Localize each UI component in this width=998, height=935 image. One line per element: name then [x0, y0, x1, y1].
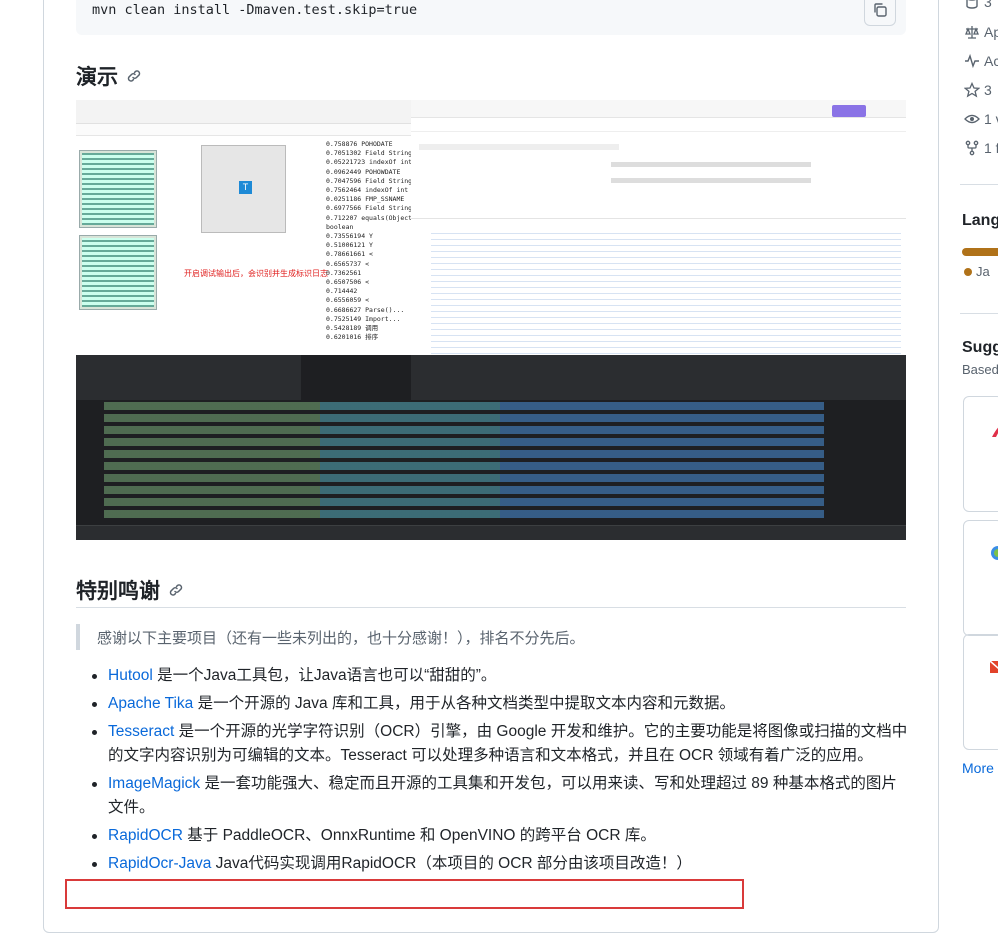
blockquote: 感谢以下主要项目（还有一些未列出的，也十分感谢！），排名不分先后。 [76, 624, 896, 650]
suggested-card[interactable] [963, 520, 998, 636]
document-thumbnail: T [201, 145, 286, 233]
apache-tika-link[interactable]: Apache Tika [108, 695, 193, 712]
sidebar-stat-activity[interactable]: Ac [964, 53, 998, 69]
mail-icon [989, 660, 998, 673]
thanks-heading: 特别鸣谢 [76, 575, 184, 605]
ide-console-pane [76, 355, 906, 540]
list-item: RapidOcr-Java Java代码实现调用RapidOCR（本项目的 OC… [92, 852, 908, 876]
suggested-subtitle: Based [962, 362, 998, 377]
language-item[interactable]: Ja [964, 264, 990, 279]
database-icon [966, 0, 978, 9]
demo-screenshot: T 开启调试输出后，会识别并生成标识日志 0.758876 POHODATE 0… [76, 100, 906, 540]
list-item: Tesseract 是一个开源的光学字符识别（OCR）引擎，由 Google 开… [92, 720, 908, 768]
thanks-title: 特别鸣谢 [76, 580, 160, 603]
list-item: Apache Tika 是一个开源的 Java 库和工具，用于从各种文档类型中提… [92, 692, 908, 716]
language-bar [962, 248, 998, 256]
sidebar-stat-stars[interactable]: 3 [964, 82, 992, 98]
hutool-link[interactable]: Hutool [108, 667, 153, 684]
item-text: 基于 PaddleOCR、OnnxRuntime 和 OpenVINO 的跨平台… [182, 827, 656, 844]
copy-icon [874, 3, 887, 17]
sidebar-stat-readme[interactable]: 3 [964, 0, 992, 10]
suggested-card[interactable] [963, 634, 998, 750]
explorer-pane: T 开启调试输出后，会识别并生成标识日志 0.758876 POHODATE 0… [76, 100, 416, 355]
imagemagick-link[interactable]: ImageMagick [108, 775, 200, 792]
sidebar-stat-watchers[interactable]: 1 v [964, 111, 998, 127]
sidebar-stat-license[interactable]: Ap [964, 24, 998, 40]
languages-heading: Lang [962, 212, 998, 229]
item-text: 是一套功能强大、稳定而且开源的工具集和开发包，可以用来读、写和处理超过 89 种… [108, 775, 897, 816]
link-icon[interactable] [168, 582, 184, 598]
app-logo-icon [991, 546, 998, 560]
list-item: Hutool 是一个Java工具包，让Java语言也可以“甜甜的”。 [92, 664, 908, 688]
highlight-annotation [65, 879, 744, 909]
repo-sidebar: 3 Ap Ac 3 1 v 1 f Lang Ja Sugg Based Mor… [960, 0, 998, 935]
list-item: RapidOCR 基于 PaddleOCR、OnnxRuntime 和 Open… [92, 824, 908, 848]
sidebar-divider [960, 313, 998, 314]
copy-button[interactable] [864, 0, 896, 26]
code-block: mvn clean install -Dmaven.test.skip=true [76, 0, 906, 35]
law-icon [965, 26, 979, 39]
item-text: Java代码实现调用RapidOCR（本项目的 OCR 部分由该项目改造！） [211, 855, 692, 872]
item-text: 是一个开源的 Java 库和工具，用于从各种文档类型中提取文本内容和元数据。 [193, 695, 735, 712]
app-logo-icon [992, 427, 998, 437]
item-text: 是一个Java工具包，让Java语言也可以“甜甜的”。 [152, 667, 497, 684]
rapidocr-java-link[interactable]: RapidOcr-Java [108, 855, 211, 872]
sidebar-divider [960, 184, 998, 185]
item-text: 是一个开源的光学字符识别（OCR）引擎，由 Google 开发和维护。它的主要功… [108, 723, 908, 764]
fork-icon [965, 140, 979, 156]
demo-title: 演示 [76, 66, 118, 89]
thanks-list: Hutool 是一个Java工具包，让Java语言也可以“甜甜的”。 Apach… [92, 664, 908, 880]
star-icon [964, 82, 980, 98]
link-icon[interactable] [126, 68, 142, 84]
demo-heading: 演示 [76, 61, 142, 91]
image-note: 开启调试输出后，会识别并生成标识日志 [184, 269, 328, 278]
quote-text: 感谢以下主要项目（还有一些未列出的，也十分感谢！），排名不分先后。 [97, 630, 585, 647]
suggested-card[interactable] [963, 396, 998, 512]
language-dot [964, 267, 972, 276]
rapidocr-link[interactable]: RapidOCR [108, 827, 183, 844]
suggested-heading: Sugg [962, 339, 998, 356]
list-item: ImageMagick 是一套功能强大、稳定而且开源的工具集和开发包，可以用来读… [92, 772, 908, 820]
eye-icon [964, 114, 980, 124]
code-command: mvn clean install -Dmaven.test.skip=true [92, 2, 418, 18]
heading-divider [76, 607, 906, 608]
sidebar-stat-forks[interactable]: 1 f [964, 140, 998, 156]
tesseract-link[interactable]: Tesseract [108, 723, 174, 740]
more-link[interactable]: More [962, 760, 994, 776]
pulse-icon [965, 53, 979, 69]
